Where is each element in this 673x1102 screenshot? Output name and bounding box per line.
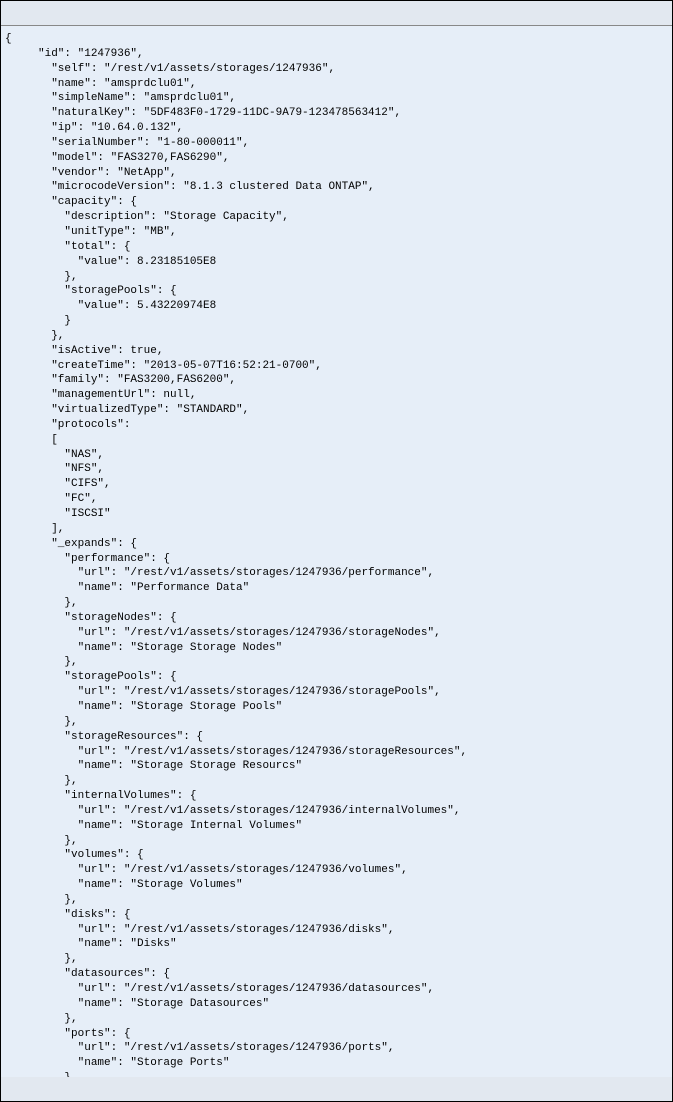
json-line: }, [5, 596, 668, 611]
json-line: "microcodeVersion": "8.1.3 clustered Dat… [5, 180, 668, 195]
json-line: "url": "/rest/v1/assets/storages/1247936… [5, 745, 668, 760]
json-line: "ISCSI" [5, 507, 668, 522]
json-line: }, [5, 893, 668, 908]
json-line: "name": "Storage Ports" [5, 1056, 668, 1071]
json-line: "name": "Storage Storage Pools" [5, 700, 668, 715]
json-line: "storagePools": { [5, 670, 668, 685]
json-line: "NFS", [5, 462, 668, 477]
json-line: "description": "Storage Capacity", [5, 210, 668, 225]
json-line: }, [5, 1071, 668, 1077]
json-line: }, [5, 655, 668, 670]
json-line: "storageResources": { [5, 730, 668, 745]
json-line: { [5, 32, 668, 47]
json-line: "url": "/rest/v1/assets/storages/1247936… [5, 566, 668, 581]
json-line: "total": { [5, 240, 668, 255]
json-line: "value": 5.43220974E8 [5, 299, 668, 314]
json-line: "internalVolumes": { [5, 789, 668, 804]
json-line: "_expands": { [5, 537, 668, 552]
json-line: "name": "Disks" [5, 937, 668, 952]
json-line: "NAS", [5, 448, 668, 463]
json-line: "virtualizedType": "STANDARD", [5, 403, 668, 418]
json-line: "name": "Storage Internal Volumes" [5, 819, 668, 834]
json-line: "name": "Storage Datasources" [5, 997, 668, 1012]
json-line: }, [5, 834, 668, 849]
json-line: "serialNumber": "1-80-000011", [5, 136, 668, 151]
json-line: "datasources": { [5, 967, 668, 982]
json-line: "storagePools": { [5, 284, 668, 299]
json-line: "managementUrl": null, [5, 388, 668, 403]
json-line: "value": 8.23185105E8 [5, 255, 668, 270]
json-line: }, [5, 270, 668, 285]
json-line: }, [5, 774, 668, 789]
json-line: }, [5, 1012, 668, 1027]
json-line: "CIFS", [5, 477, 668, 492]
json-line: "name": "Storage Volumes" [5, 878, 668, 893]
json-line: "name": "Storage Storage Resourcs" [5, 759, 668, 774]
json-line: "FC", [5, 492, 668, 507]
json-line: "unitType": "MB", [5, 225, 668, 240]
json-line: ], [5, 522, 668, 537]
json-line: "disks": { [5, 908, 668, 923]
json-line: "url": "/rest/v1/assets/storages/1247936… [5, 804, 668, 819]
json-line: "naturalKey": "5DF483F0-1729-11DC-9A79-1… [5, 106, 668, 121]
json-line: "name": "Storage Storage Nodes" [5, 641, 668, 656]
json-line: "self": "/rest/v1/assets/storages/124793… [5, 62, 668, 77]
json-line: "volumes": { [5, 848, 668, 863]
json-line: "model": "FAS3270,FAS6290", [5, 151, 668, 166]
json-line: } [5, 314, 668, 329]
json-line: "ip": "10.64.0.132", [5, 121, 668, 136]
json-line: [ [5, 433, 668, 448]
api-response-viewer: { "id": "1247936", "self": "/rest/v1/ass… [0, 0, 673, 1102]
json-line: "url": "/rest/v1/assets/storages/1247936… [5, 1041, 668, 1056]
json-line: "name": "Performance Data" [5, 581, 668, 596]
json-line: "family": "FAS3200,FAS6200", [5, 373, 668, 388]
json-line: "ports": { [5, 1027, 668, 1042]
json-line: "name": "amsprdclu01", [5, 77, 668, 92]
json-line: "isActive": true, [5, 344, 668, 359]
json-line: "storageNodes": { [5, 611, 668, 626]
json-line: "createTime": "2013-05-07T16:52:21-0700"… [5, 359, 668, 374]
json-line: "url": "/rest/v1/assets/storages/1247936… [5, 626, 668, 641]
json-line: }, [5, 329, 668, 344]
json-line: "protocols": [5, 418, 668, 433]
json-line: "performance": { [5, 552, 668, 567]
json-line: }, [5, 715, 668, 730]
json-line: "url": "/rest/v1/assets/storages/1247936… [5, 923, 668, 938]
json-line: "capacity": { [5, 195, 668, 210]
json-line: "simpleName": "amsprdclu01", [5, 91, 668, 106]
json-line: "id": "1247936", [5, 47, 668, 62]
json-content: { "id": "1247936", "self": "/rest/v1/ass… [1, 25, 672, 1077]
json-line: "vendor": "NetApp", [5, 166, 668, 181]
json-line: "url": "/rest/v1/assets/storages/1247936… [5, 863, 668, 878]
json-line: "url": "/rest/v1/assets/storages/1247936… [5, 982, 668, 997]
json-line: }, [5, 952, 668, 967]
json-line: "url": "/rest/v1/assets/storages/1247936… [5, 685, 668, 700]
